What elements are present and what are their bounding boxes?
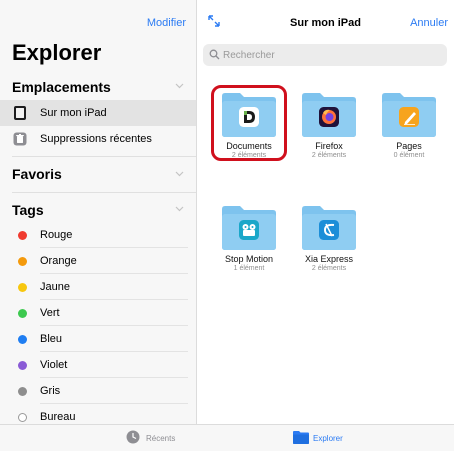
folder-icon (293, 431, 309, 444)
firefox-app-icon (319, 107, 339, 127)
chevron-down-icon[interactable] (175, 206, 184, 212)
file-browser: Sur mon iPad Annuler Documents 2 élément… (197, 0, 454, 424)
folder-name: Stop Motion (224, 254, 274, 264)
folder-xia-express[interactable]: Xia Express 2 éléments (294, 204, 364, 292)
tag-color-dot (18, 283, 27, 292)
divider (12, 192, 196, 193)
folder-stop-motion[interactable]: Stop Motion 1 élément (214, 204, 284, 292)
tag-color-dot (18, 309, 27, 318)
sidebar-tag-red[interactable]: Rouge (0, 222, 196, 248)
cancel-button[interactable]: Annuler (410, 17, 448, 29)
folder-icon (222, 206, 276, 250)
folder-firefox[interactable]: Firefox 2 éléments (294, 91, 364, 179)
divider (12, 156, 196, 157)
sidebar-tag-yellow[interactable]: Jaune (0, 274, 196, 300)
folder-icon (382, 93, 436, 137)
section-header-locations[interactable]: Emplacements (12, 79, 111, 95)
folder-item-count: 1 élément (233, 265, 265, 272)
folder-icon (302, 206, 356, 250)
tag-label: Orange (40, 255, 77, 267)
clock-icon (126, 430, 140, 444)
search-icon (209, 49, 220, 60)
tag-label: Violet (40, 359, 68, 371)
tag-color-dot (18, 361, 27, 370)
tag-label: Bleu (40, 333, 63, 345)
tag-color-dot (18, 413, 27, 422)
sidebar-tag-orange[interactable]: Orange (0, 248, 196, 274)
sidebar: Modifier Explorer Emplacements Sur mon i… (0, 0, 197, 424)
trash-icon (13, 132, 27, 146)
tag-color-dot (18, 335, 27, 344)
chevron-down-icon[interactable] (175, 171, 184, 177)
sidebar-tag-green[interactable]: Vert (0, 300, 196, 326)
sidebar-tag-purple[interactable]: Violet (0, 352, 196, 378)
folder-name: Xia Express (304, 254, 354, 264)
folder-item-count: 2 éléments (231, 152, 267, 159)
sidebar-item-label: Sur mon iPad (40, 107, 107, 119)
sidebar-tag-blue[interactable]: Bleu (0, 326, 196, 352)
stop-motion-app-icon (239, 220, 259, 240)
sidebar-item-recently-deleted[interactable]: Suppressions récentes (0, 126, 196, 152)
sidebar-item-on-my-ipad[interactable]: Sur mon iPad (0, 100, 196, 126)
edit-button[interactable]: Modifier (147, 17, 186, 29)
tag-color-dot (18, 231, 27, 240)
folder-pages[interactable]: Pages 0 élément (374, 91, 444, 179)
tab-label: Explorer (313, 434, 343, 443)
tag-label: Gris (40, 385, 61, 397)
tag-color-dot (18, 257, 27, 266)
folder-item-count: 2 éléments (311, 265, 347, 272)
folder-documents[interactable]: Documents 2 éléments (214, 91, 284, 179)
chevron-down-icon[interactable] (175, 83, 184, 89)
sidebar-tag-office[interactable]: Bureau (0, 404, 196, 424)
tag-label: Vert (40, 307, 60, 319)
sidebar-title: Explorer (12, 40, 102, 65)
folder-item-count: 2 éléments (311, 152, 347, 159)
xia-express-app-icon (319, 220, 339, 240)
sidebar-tag-gray[interactable]: Gris (0, 378, 196, 404)
section-header-tags[interactable]: Tags (12, 202, 44, 218)
tag-label: Rouge (40, 229, 73, 241)
tab-bar: Récents Explorer (0, 424, 454, 451)
documents-app-icon (239, 107, 259, 127)
pages-app-icon (399, 107, 419, 127)
folder-icon (302, 93, 356, 137)
folder-name: Firefox (315, 141, 343, 151)
tag-label: Bureau (40, 411, 76, 423)
tab-label: Récents (146, 434, 176, 443)
folder-item-count: 0 élément (393, 152, 425, 159)
tag-label: Jaune (40, 281, 70, 293)
ipad-icon (14, 106, 26, 120)
folder-icon (222, 93, 276, 137)
tag-color-dot (18, 387, 27, 396)
search-input[interactable] (223, 47, 433, 63)
sidebar-item-label: Suppressions récentes (40, 133, 152, 145)
folder-name: Pages (396, 141, 422, 151)
section-header-favorites[interactable]: Favoris (12, 166, 62, 182)
folder-name: Documents (226, 141, 272, 151)
search-bar[interactable] (203, 44, 447, 66)
